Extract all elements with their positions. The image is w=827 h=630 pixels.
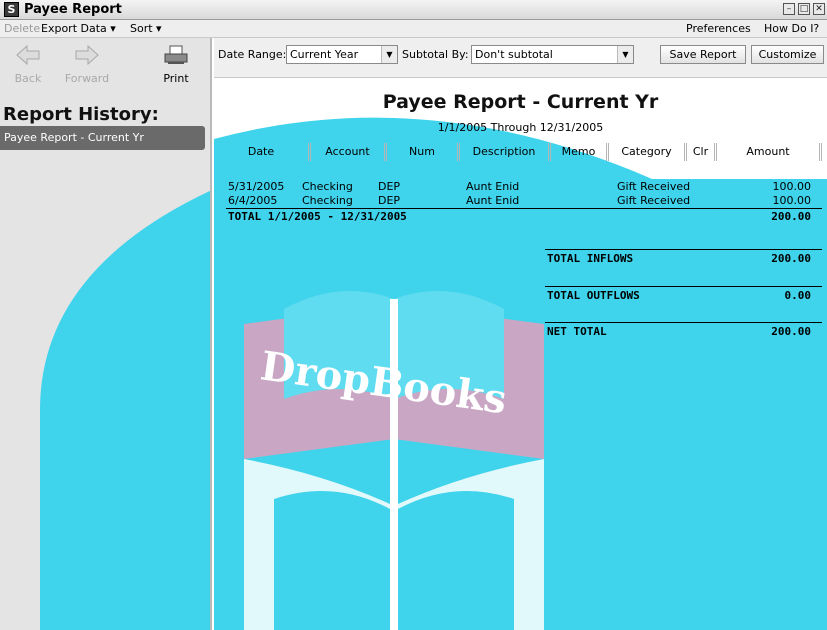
column-header-num[interactable]: Num bbox=[387, 143, 460, 161]
save-report-button[interactable]: Save Report bbox=[660, 45, 746, 64]
chevron-down-icon: ▼ bbox=[617, 46, 633, 63]
column-header-memo[interactable]: Memo bbox=[551, 143, 609, 161]
customize-button[interactable]: Customize bbox=[751, 45, 824, 64]
forward-arrow-icon bbox=[75, 44, 99, 66]
net-total-label: NET TOTAL bbox=[547, 325, 607, 338]
subtotal-by-value: Don't subtotal bbox=[475, 48, 553, 61]
row-amount: 100.00 bbox=[772, 180, 812, 193]
menu-preferences[interactable]: Preferences bbox=[686, 22, 751, 36]
dropbooks-watermark: DropBooks bbox=[214, 79, 827, 630]
date-range-label: Date Range: bbox=[218, 48, 287, 61]
subtotal-by-label: Subtotal By: bbox=[402, 48, 469, 61]
menu-sort[interactable]: Sort ▾ bbox=[130, 22, 162, 36]
print-label: Print bbox=[163, 72, 189, 85]
watermark-left-shape bbox=[40, 190, 210, 630]
net-total-amount: 200.00 bbox=[771, 325, 811, 338]
app-logo-icon: S bbox=[4, 2, 19, 17]
report-history-title: Report History: bbox=[3, 104, 159, 125]
column-header-description[interactable]: Description bbox=[460, 143, 551, 161]
row-num: DEP bbox=[378, 180, 401, 193]
forward-label: Forward bbox=[64, 72, 110, 85]
forward-button[interactable]: Forward bbox=[59, 40, 115, 86]
total-inflows-label: TOTAL INFLOWS bbox=[547, 252, 634, 265]
subtotal-by-select[interactable]: Don't subtotal ▼ bbox=[471, 45, 634, 64]
outflows-divider bbox=[545, 286, 822, 287]
report-history-panel: Back Forward Print Report History: Payee… bbox=[0, 38, 212, 630]
date-range-select[interactable]: Current Year ▼ bbox=[286, 45, 398, 64]
total-divider bbox=[226, 208, 822, 209]
menu-bar: Delete Export Data ▾ Sort ▾ Preferences … bbox=[0, 20, 827, 38]
row-description: Aunt Enid bbox=[466, 194, 520, 207]
row-category: Gift Received bbox=[617, 194, 691, 207]
inflows-divider bbox=[545, 249, 822, 250]
title-bar: S Payee Report – □ ✕ bbox=[0, 0, 827, 20]
menu-delete[interactable]: Delete bbox=[4, 22, 40, 36]
print-button[interactable]: Print bbox=[148, 40, 204, 86]
column-header-clr[interactable]: Clr bbox=[687, 143, 717, 161]
column-header-account[interactable]: Account bbox=[311, 143, 387, 161]
row-account: Checking bbox=[302, 194, 353, 207]
menu-how-do-i[interactable]: How Do I? bbox=[764, 22, 819, 36]
row-amount: 100.00 bbox=[772, 194, 812, 207]
row-date: 5/31/2005 bbox=[228, 180, 285, 193]
back-button[interactable]: Back bbox=[0, 40, 56, 86]
total-label: TOTAL 1/1/2005 - 12/31/2005 bbox=[228, 210, 407, 223]
printer-icon bbox=[164, 45, 188, 64]
total-inflows-amount: 200.00 bbox=[771, 252, 811, 265]
close-icon[interactable]: ✕ bbox=[813, 3, 825, 15]
column-header-date[interactable]: Date bbox=[214, 143, 311, 161]
date-range-value: Current Year bbox=[290, 48, 359, 61]
report-date-range: 1/1/2005 Through 12/31/2005 bbox=[437, 121, 604, 134]
row-date: 6/4/2005 bbox=[228, 194, 278, 207]
row-category: Gift Received bbox=[617, 180, 691, 193]
maximize-icon[interactable]: □ bbox=[798, 3, 810, 15]
column-header-category[interactable]: Category bbox=[609, 143, 687, 161]
net-divider bbox=[545, 322, 822, 323]
report-body: DropBooks Payee Report - Current Yr 1/1/… bbox=[214, 79, 827, 630]
total-amount: 200.00 bbox=[771, 210, 811, 223]
total-outflows-label: TOTAL OUTFLOWS bbox=[547, 289, 640, 302]
minimize-icon[interactable]: – bbox=[783, 3, 795, 15]
report-toolbar: Date Range: Current Year ▼ Subtotal By: … bbox=[214, 38, 827, 78]
column-header-amount[interactable]: Amount bbox=[717, 143, 822, 161]
back-arrow-icon bbox=[16, 44, 40, 66]
menu-export-data[interactable]: Export Data ▾ bbox=[41, 22, 116, 36]
row-num: DEP bbox=[378, 194, 401, 207]
window-title: Payee Report bbox=[24, 2, 122, 17]
report-title: Payee Report - Current Yr bbox=[382, 91, 659, 113]
history-item-payee-report[interactable]: Payee Report - Current Yr bbox=[0, 126, 205, 150]
chevron-down-icon: ▼ bbox=[381, 46, 397, 63]
total-outflows-amount: 0.00 bbox=[784, 289, 812, 302]
row-account: Checking bbox=[302, 180, 353, 193]
back-label: Back bbox=[14, 72, 42, 85]
row-description: Aunt Enid bbox=[466, 180, 520, 193]
